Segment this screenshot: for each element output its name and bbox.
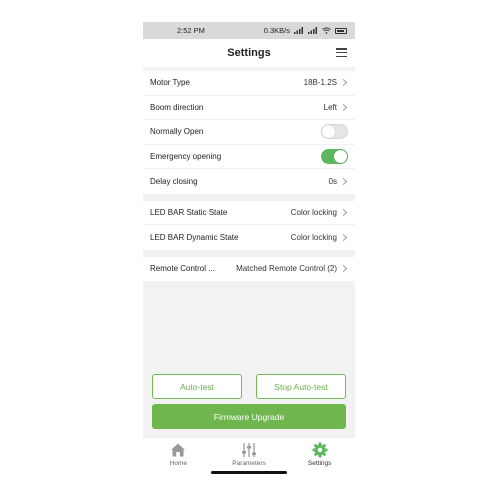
row-led-static[interactable]: LED BAR Static State Color locking [143, 201, 355, 225]
row-label: LED BAR Dynamic State [150, 232, 239, 242]
row-value: Color locking [290, 207, 337, 217]
row-value: 0s [328, 176, 337, 186]
gear-icon [312, 442, 328, 458]
top-nav-bar: Settings [143, 39, 355, 67]
auto-test-button[interactable]: Auto-test [152, 374, 242, 399]
row-emergency-opening: Emergency opening [143, 145, 355, 169]
page-title: Settings [227, 47, 271, 59]
chevron-right-icon [339, 103, 348, 111]
chevron-right-icon [339, 79, 348, 87]
row-label: Motor Type [150, 78, 190, 88]
test-button-row: Auto-test Stop Auto-test [152, 374, 346, 399]
signal-icon-2 [308, 27, 317, 34]
tab-label: Settings [307, 460, 332, 467]
firmware-upgrade-button[interactable]: Firmware Upgrade [152, 404, 346, 429]
chevron-right-icon [339, 233, 348, 241]
home-indicator [211, 471, 287, 474]
settings-group-motor: Motor Type 18B-1.2S Boom direction Left … [143, 71, 355, 194]
battery-icon [335, 27, 347, 34]
row-label: Delay closing [150, 176, 198, 186]
home-icon [171, 443, 186, 457]
row-value: 18B-1.2S [303, 78, 337, 88]
status-icons: 0.3KB/s [264, 26, 347, 35]
row-boom-direction[interactable]: Boom direction Left [143, 96, 355, 120]
row-normally-open: Normally Open [143, 120, 355, 145]
row-label: LED BAR Static State [150, 207, 228, 217]
row-label: Remote Control ... [150, 264, 215, 274]
settings-group-led: LED BAR Static State Color locking LED B… [143, 200, 355, 250]
row-remote-control[interactable]: Remote Control ... Matched Remote Contro… [143, 257, 355, 282]
tab-label: Parameters [232, 460, 266, 467]
tab-settings[interactable]: Settings [284, 438, 355, 477]
chevron-right-icon [339, 208, 348, 216]
chevron-right-icon [339, 265, 348, 273]
row-led-dynamic[interactable]: LED BAR Dynamic State Color locking [143, 225, 355, 250]
row-value: Color locking [290, 232, 337, 242]
row-label: Normally Open [150, 127, 204, 137]
phone-screen: 2:52 PM 0.3KB/s Settings Motor Type 18B-… [143, 22, 355, 477]
signal-icon [294, 27, 303, 34]
net-speed: 0.3KB/s [263, 26, 290, 35]
status-time: 2:52 PM [177, 26, 205, 35]
menu-icon[interactable] [336, 48, 347, 57]
row-label: Boom direction [150, 102, 204, 112]
row-value: Left [323, 102, 337, 112]
emergency-opening-toggle[interactable] [321, 148, 348, 164]
tab-label: Home [169, 460, 187, 467]
row-delay-closing[interactable]: Delay closing 0s [143, 169, 355, 194]
chevron-right-icon [339, 177, 348, 185]
status-bar: 2:52 PM 0.3KB/s [143, 22, 355, 39]
row-value: Matched Remote Control (2) [236, 264, 337, 274]
settings-group-remote: Remote Control ... Matched Remote Contro… [143, 256, 355, 282]
tab-home[interactable]: Home [143, 438, 214, 477]
row-label: Emergency opening [150, 151, 222, 161]
wifi-icon [322, 27, 331, 34]
row-motor-type[interactable]: Motor Type 18B-1.2S [143, 71, 355, 96]
stop-auto-test-button[interactable]: Stop Auto-test [256, 374, 346, 399]
normally-open-toggle[interactable] [321, 124, 348, 140]
sliders-icon [242, 443, 256, 457]
